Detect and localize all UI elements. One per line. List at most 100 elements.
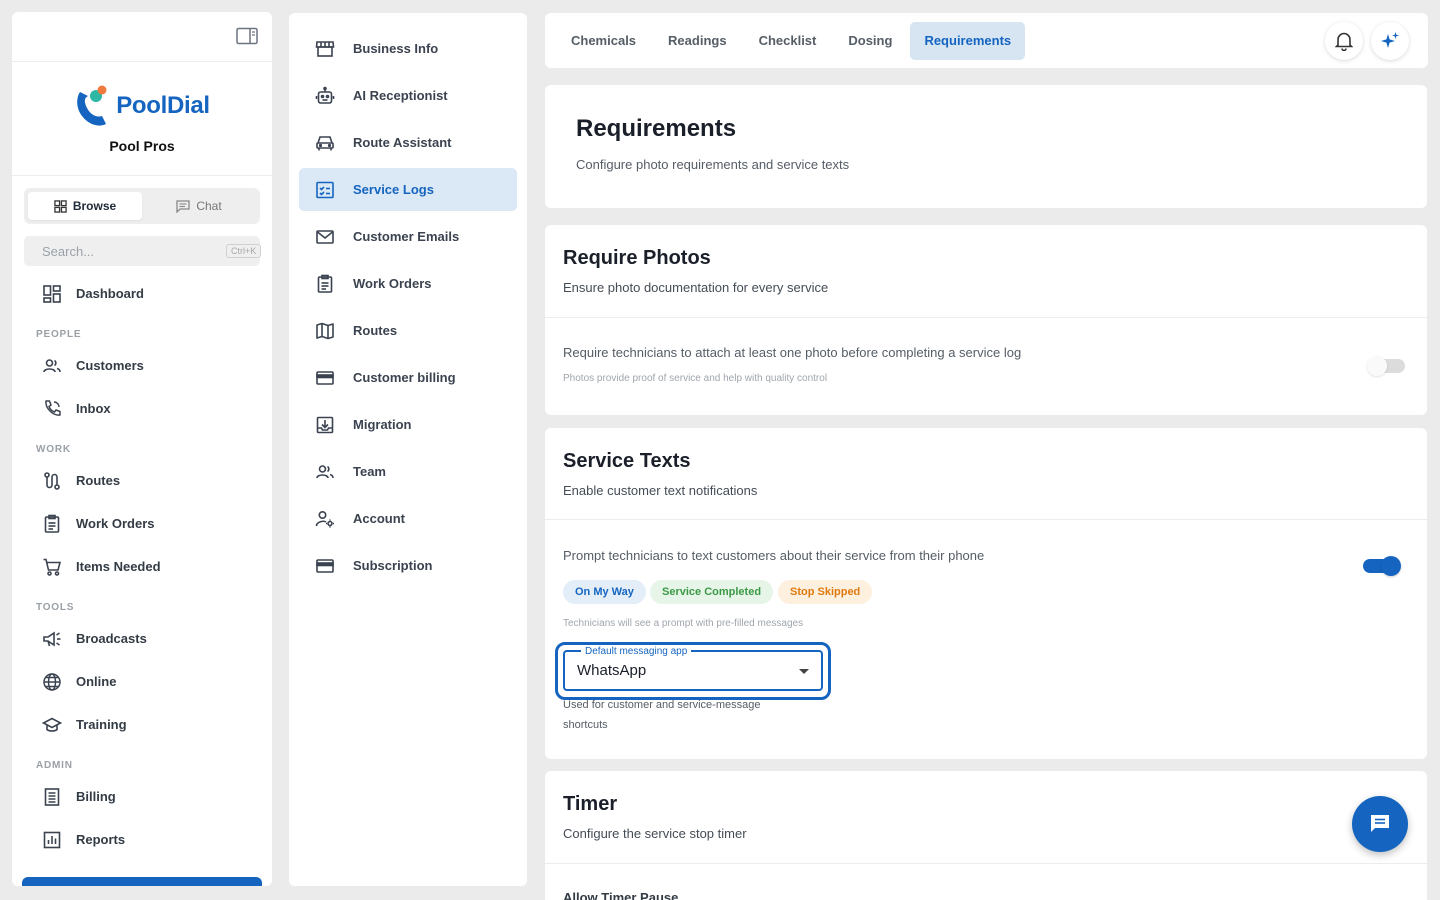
tab-checklist[interactable]: Checklist [745, 22, 831, 60]
menu-item-routes[interactable]: Routes [299, 309, 517, 352]
divider [545, 317, 1427, 318]
menu-item-customer-billing[interactable]: Customer billing [299, 356, 517, 399]
sidebar-user-button[interactable] [22, 877, 262, 886]
menu-item-label: Subscription [353, 558, 433, 573]
mail-icon [316, 229, 334, 244]
menu-item-business-info[interactable]: Business Info [299, 27, 517, 70]
tab-readings[interactable]: Readings [654, 22, 741, 60]
megaphone-icon [43, 631, 61, 646]
tabs-bar: Chemicals Readings Checklist Dosing Requ… [545, 13, 1428, 68]
section-admin: ADMIN [36, 760, 73, 771]
messaging-app-select-label: Default messaging app [581, 646, 692, 658]
sidebar-item-inbox[interactable]: Inbox [12, 387, 272, 430]
require-photos-subtitle: Ensure photo documentation for every ser… [563, 280, 829, 295]
checklist-icon [316, 181, 334, 198]
sidebar-item-billing[interactable]: Billing [12, 775, 272, 818]
globe-icon [43, 672, 61, 691]
menu-item-account[interactable]: Account [299, 497, 517, 540]
menu-item-team[interactable]: Team [299, 450, 517, 493]
messaging-app-help: Used for customer and service-message sh… [563, 699, 761, 731]
sidebar-item-label: Work Orders [76, 516, 155, 531]
require-photos-toggle[interactable] [1367, 356, 1405, 376]
browse-tab[interactable]: Browse [28, 192, 142, 220]
chip-stop-skipped: Stop Skipped [778, 580, 873, 604]
menu-item-label: Business Info [353, 41, 439, 56]
sparkle-icon [1381, 32, 1399, 48]
require-photos-title: Require Photos [563, 247, 711, 269]
people-icon [43, 358, 61, 372]
sidebar-item-routes[interactable]: Routes [12, 459, 272, 502]
search-shortcut: Ctrl+K [226, 244, 262, 258]
tab-dosing[interactable]: Dosing [834, 22, 906, 60]
notifications-button[interactable] [1325, 22, 1363, 60]
settings-menu: Business Info AI Receptionist Route Assi… [289, 13, 527, 886]
chat-label: Chat [196, 199, 222, 213]
menu-item-label: AI Receptionist [353, 88, 448, 103]
menu-item-service-logs[interactable]: Service Logs [299, 168, 517, 211]
sidebar-item-work-orders[interactable]: Work Orders [12, 502, 272, 545]
service-texts-option-label: Prompt technicians to text customers abo… [563, 548, 985, 563]
user-gear-icon [315, 510, 334, 527]
require-photos-card: Require Photos Ensure photo documentatio… [545, 225, 1427, 415]
search-input[interactable] [42, 243, 218, 259]
browse-label: Browse [72, 199, 117, 213]
section-tools: TOOLS [36, 602, 75, 613]
timer-card: Timer Configure the service stop timer A… [545, 771, 1427, 900]
sidebar-item-label: Training [76, 717, 127, 732]
caret-down-icon [799, 669, 809, 674]
menu-item-label: Account [353, 511, 405, 526]
menu-item-label: Work Orders [353, 276, 432, 291]
ai-assistant-button[interactable] [1371, 22, 1409, 60]
sidebar-item-dashboard[interactable]: Dashboard [12, 272, 272, 315]
dashboard-icon [43, 284, 61, 303]
tab-requirements[interactable]: Requirements [910, 21, 1026, 60]
chat-fab-button[interactable] [1352, 796, 1408, 852]
phone-logo-icon [77, 85, 107, 126]
org-name: Pool Pros [109, 137, 175, 154]
messaging-app-select-focus-ring: Default messaging app WhatsApp [555, 642, 831, 700]
sidebar-item-reports[interactable]: Reports [12, 818, 272, 861]
credit-card-icon [316, 558, 334, 573]
sidebar-item-label: Dashboard [76, 286, 144, 301]
sidebar-item-label: Routes [76, 473, 121, 488]
sidebar-item-label: Billing [76, 789, 116, 804]
menu-item-migration[interactable]: Migration [299, 403, 517, 446]
menu-item-label: Customer billing [353, 370, 456, 385]
people-icon [316, 464, 334, 478]
sidebar-item-broadcasts[interactable]: Broadcasts [12, 617, 272, 660]
cart-icon [43, 558, 62, 576]
menu-item-route-assistant[interactable]: Route Assistant [299, 121, 517, 164]
toggle-knob [1381, 556, 1401, 576]
browse-chat-switch: Browse Chat [24, 188, 260, 224]
sidebar-item-training[interactable]: Training [12, 703, 272, 746]
sidebar-item-online[interactable]: Online [12, 660, 272, 703]
sidebar-collapse-icon[interactable] [236, 27, 258, 45]
menu-item-work-orders[interactable]: Work Orders [299, 262, 517, 305]
service-texts-hint: Technicians will see a prompt with pre-f… [563, 618, 804, 629]
sidebar-item-label: Online [76, 674, 117, 689]
menu-item-label: Route Assistant [353, 135, 452, 150]
messaging-app-select[interactable]: Default messaging app WhatsApp [563, 646, 823, 691]
phone-icon [45, 399, 61, 416]
brand-name: PoolDial [116, 91, 210, 119]
menu-item-customer-emails[interactable]: Customer Emails [299, 215, 517, 258]
timer-title: Timer [563, 793, 618, 815]
menu-item-label: Service Logs [353, 182, 434, 197]
sidebar-item-customers[interactable]: Customers [12, 344, 272, 387]
chat-tab[interactable]: Chat [142, 192, 256, 220]
sidebar-item-label: Broadcasts [76, 631, 147, 646]
page-subtitle: Configure photo requirements and service… [576, 157, 850, 172]
service-texts-toggle[interactable] [1363, 556, 1401, 576]
chip-on-my-way: On My Way [563, 580, 646, 604]
divider [545, 519, 1427, 520]
sidebar-item-items-needed[interactable]: Items Needed [12, 545, 272, 588]
bell-icon [1335, 32, 1353, 51]
sidebar-header [12, 12, 272, 62]
menu-item-subscription[interactable]: Subscription [299, 544, 517, 587]
timer-subtitle: Configure the service stop timer [563, 826, 747, 841]
menu-item-ai-receptionist[interactable]: AI Receptionist [299, 74, 517, 117]
search-bar: Ctrl+K [24, 236, 262, 266]
toggle-knob [1367, 356, 1387, 376]
logo[interactable]: PoolDial [74, 84, 210, 128]
tab-chemicals[interactable]: Chemicals [557, 22, 650, 60]
